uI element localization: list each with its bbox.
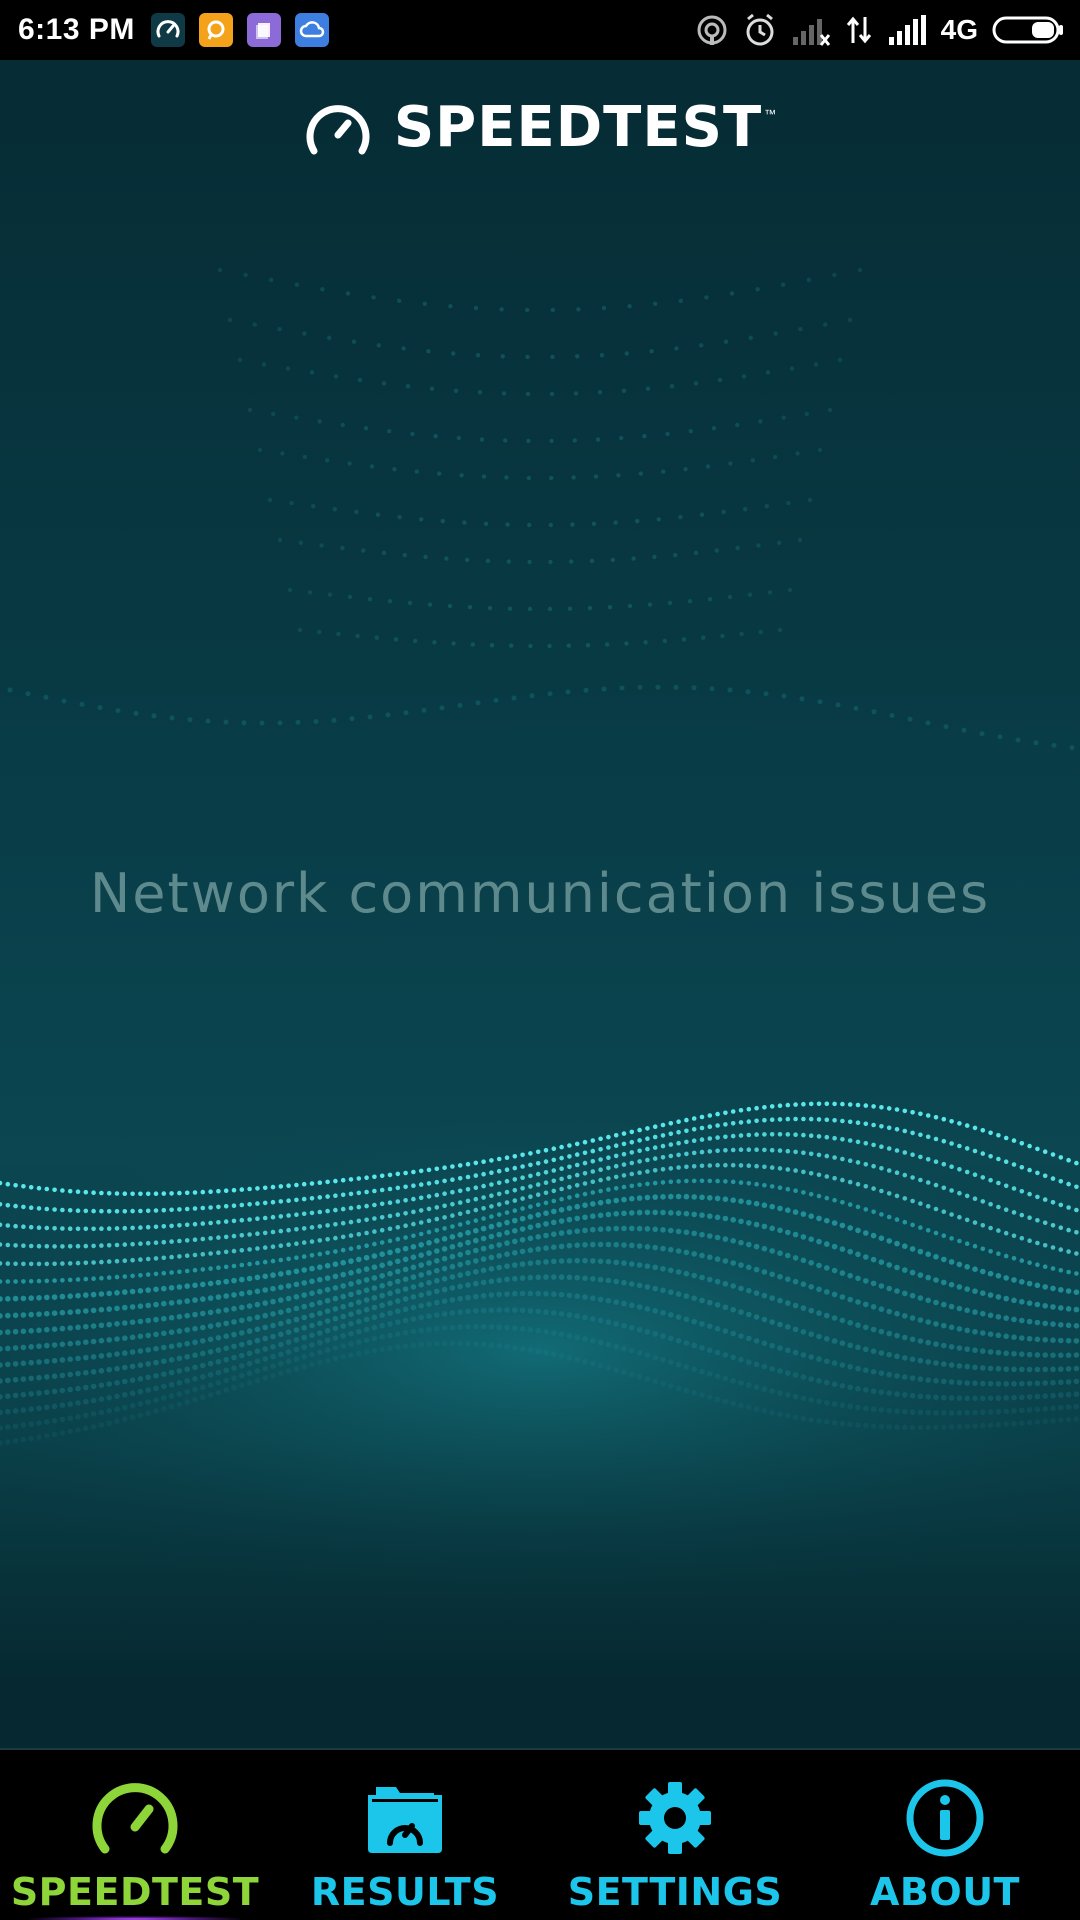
chat-notification-icon	[198, 13, 233, 47]
cloud-notification-icon	[294, 13, 329, 47]
status-bar: 6:13 PM 4G	[0, 0, 1080, 60]
data-transfer-icon	[846, 16, 871, 44]
tab-settings-label: SETTINGS	[567, 1870, 783, 1914]
network-type: 4G	[940, 14, 978, 45]
tab-about[interactable]: ABOUT	[810, 1750, 1080, 1920]
notes-notification-icon	[246, 13, 281, 47]
trademark-symbol: ™	[764, 107, 777, 121]
tab-speedtest[interactable]: SPEEDTEST	[0, 1750, 270, 1920]
gear-icon	[635, 1776, 715, 1860]
battery-icon	[992, 16, 1063, 44]
no-signal-icon	[792, 19, 830, 46]
speedtest-logo: SPEEDTEST ™	[0, 95, 1080, 160]
tab-results[interactable]: RESULTS	[270, 1750, 540, 1920]
hotspot-icon	[697, 15, 727, 45]
speedtest-screen: 6:13 PM 4G SPEEDTEST ™ Network communica…	[0, 0, 1080, 1920]
speedtest-notification-icon	[150, 13, 185, 47]
tab-about-label: ABOUT	[870, 1870, 1020, 1914]
status-message: Network communication issues	[89, 862, 991, 925]
tab-settings[interactable]: SETTINGS	[540, 1750, 810, 1920]
tab-results-label: RESULTS	[310, 1870, 500, 1914]
tab-speedtest-label: SPEEDTEST	[10, 1870, 260, 1914]
alarm-icon	[746, 13, 774, 46]
logo-text: SPEEDTEST	[393, 95, 763, 160]
speedometer-logo-icon	[306, 104, 370, 154]
active-tab-indicator	[30, 1916, 240, 1920]
speedometer-icon	[91, 1776, 179, 1860]
status-time: 6:13 PM	[18, 13, 135, 46]
bottom-navigation: SPEEDTEST RESULTS SETTINGS ABOUT	[0, 1748, 1080, 1920]
info-icon	[905, 1776, 985, 1860]
signal-icon	[888, 15, 926, 45]
results-folder-icon	[362, 1776, 448, 1860]
system-status-area: 4G	[695, 0, 1066, 60]
